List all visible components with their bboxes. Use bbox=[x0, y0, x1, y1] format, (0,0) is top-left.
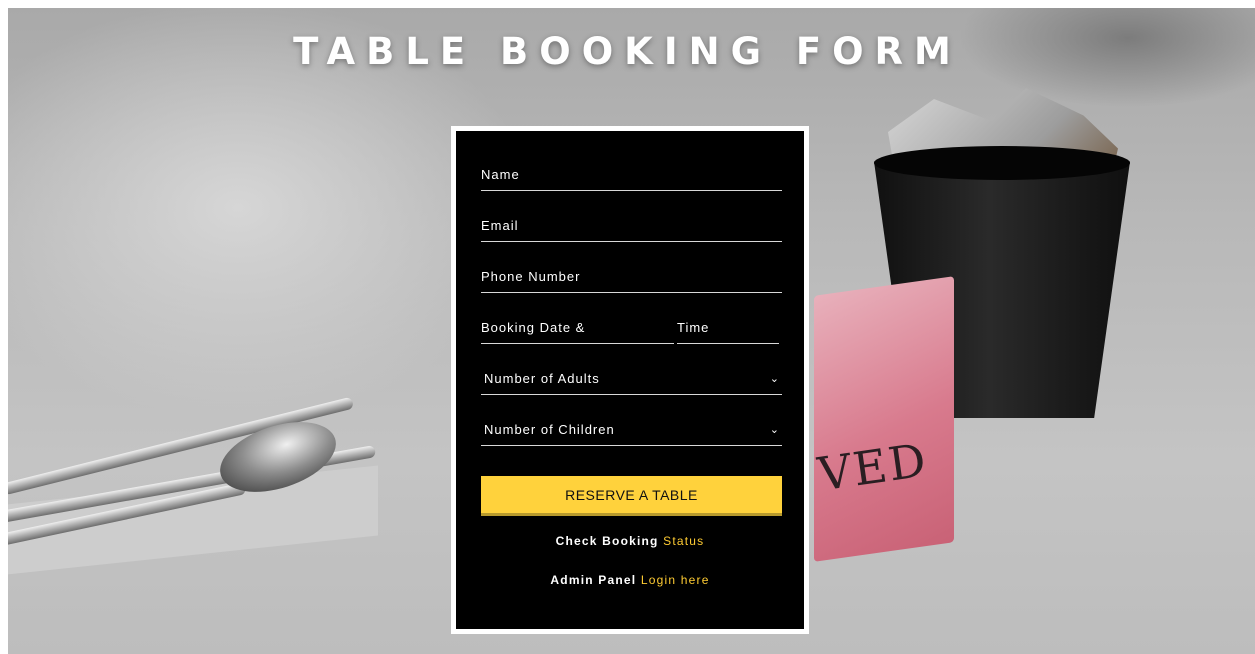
adults-select[interactable]: Number of Adults ⌄ bbox=[481, 365, 782, 395]
email-field-placeholder: Email bbox=[481, 218, 519, 233]
admin-panel-prefix: Admin Panel bbox=[550, 573, 637, 587]
booking-time-field[interactable]: Time bbox=[677, 314, 779, 344]
phone-number-field-placeholder: Phone Number bbox=[481, 269, 581, 284]
admin-panel-line: Admin Panel Login here bbox=[456, 573, 804, 587]
children-select[interactable]: Number of Children ⌄ bbox=[481, 416, 782, 446]
name-field-placeholder: Name bbox=[481, 167, 520, 182]
booking-time-field-placeholder: Time bbox=[677, 320, 710, 335]
email-field[interactable]: Email bbox=[481, 212, 782, 242]
chevron-down-icon: ⌄ bbox=[769, 424, 780, 436]
check-booking-prefix: Check Booking bbox=[555, 534, 659, 548]
children-select-label: Number of Children bbox=[484, 422, 615, 437]
background-cup-rim bbox=[874, 146, 1130, 180]
booking-form: Name Email Phone Number Booking Date & T… bbox=[451, 126, 809, 634]
booking-date-field-placeholder: Booking Date & bbox=[481, 320, 586, 335]
admin-login-link[interactable]: Login here bbox=[641, 573, 710, 587]
booking-date-field[interactable]: Booking Date & bbox=[481, 314, 674, 344]
check-booking-status-line: Check Booking Status bbox=[456, 534, 804, 548]
name-field[interactable]: Name bbox=[481, 161, 782, 191]
chevron-down-icon: ⌄ bbox=[769, 373, 780, 385]
status-link[interactable]: Status bbox=[663, 534, 704, 548]
adults-select-label: Number of Adults bbox=[484, 371, 600, 386]
page-title: TABLE BOOKING FORM bbox=[293, 30, 962, 73]
phone-number-field[interactable]: Phone Number bbox=[481, 263, 782, 293]
background-reserved-sign bbox=[814, 276, 954, 562]
reserve-table-button[interactable]: RESERVE A TABLE bbox=[481, 476, 782, 513]
